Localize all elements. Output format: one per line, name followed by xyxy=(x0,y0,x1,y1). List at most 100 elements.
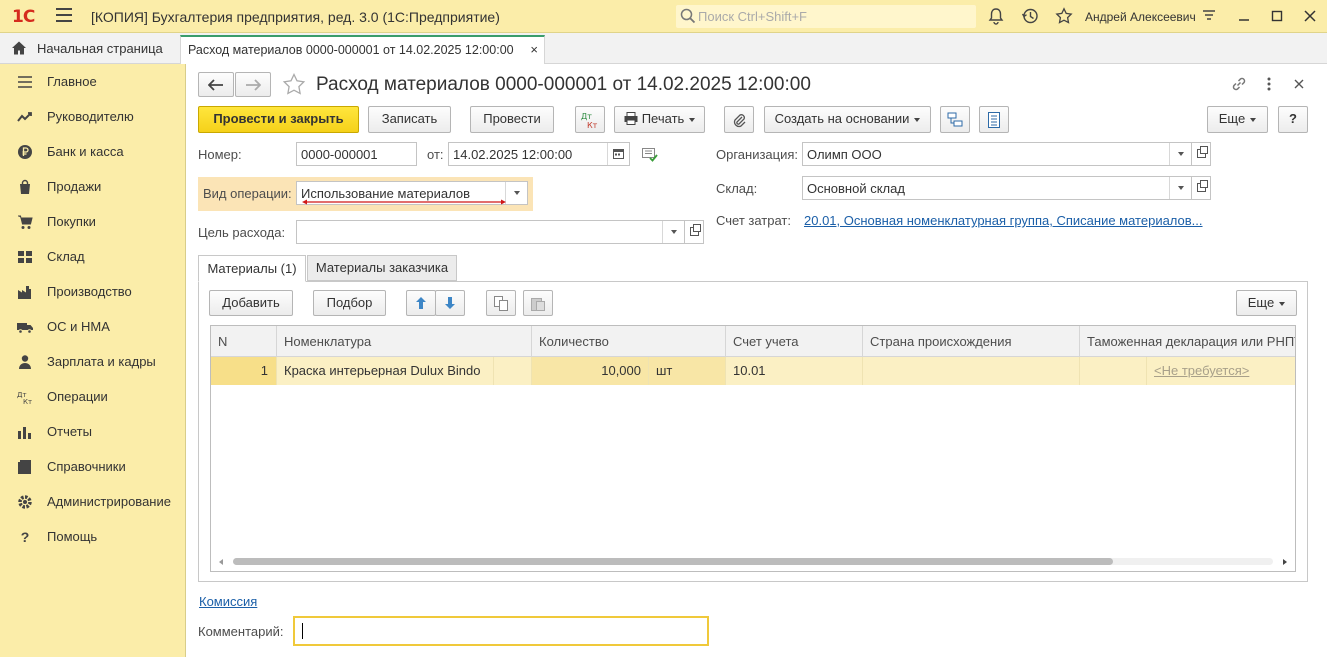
sidebar-item-admin[interactable]: Администрирование xyxy=(0,487,186,517)
table-row[interactable]: 1 Краска интерьерная Dulux Bindo 10,000 … xyxy=(211,357,1295,385)
commission-link[interactable]: Комиссия xyxy=(199,594,257,609)
warehouse-open-button[interactable] xyxy=(1191,176,1211,200)
more-button[interactable]: Еще xyxy=(1207,106,1268,133)
tab-home[interactable]: Начальная страница xyxy=(0,33,176,63)
sidebar-item-catalogs[interactable]: Справочники xyxy=(0,452,186,482)
print-button[interactable]: Печать xyxy=(614,106,705,133)
link-icon[interactable] xyxy=(1230,75,1248,93)
save-button[interactable]: Записать xyxy=(368,106,451,133)
pick-button[interactable]: Подбор xyxy=(313,290,386,316)
scroll-right-icon[interactable] xyxy=(1283,559,1287,565)
comment-input[interactable] xyxy=(293,616,709,646)
post-button[interactable]: Провести xyxy=(470,106,554,133)
tab-document[interactable]: Расход материалов 0000-000001 от 14.02.2… xyxy=(180,35,545,64)
cell-unit[interactable]: шт xyxy=(649,357,726,385)
move-down-button[interactable] xyxy=(435,290,465,316)
favorite-star-icon[interactable] xyxy=(282,73,306,96)
horizontal-scrollbar[interactable] xyxy=(233,558,1273,565)
add-button[interactable]: Добавить xyxy=(209,290,293,316)
tab-home-label: Начальная страница xyxy=(37,41,163,56)
sidebar-item-warehouse[interactable]: Склад xyxy=(0,242,186,272)
move-up-button[interactable] xyxy=(406,290,436,316)
purpose-dropdown[interactable] xyxy=(662,221,684,243)
sidebar-item-production[interactable]: Производство xyxy=(0,277,186,307)
column-item[interactable]: Номенклатура xyxy=(277,326,532,357)
column-n[interactable]: N xyxy=(211,326,277,357)
cell-quantity[interactable]: 10,000 xyxy=(532,357,649,385)
main-menu-icon[interactable] xyxy=(56,8,72,24)
paste-button[interactable] xyxy=(523,290,553,316)
cell-item-extra[interactable] xyxy=(494,357,532,385)
column-quantity[interactable]: Количество xyxy=(532,326,726,357)
sidebar-item-operations[interactable]: Дт Кт Операции xyxy=(0,382,186,412)
organization-open-button[interactable] xyxy=(1191,142,1211,166)
cell-n[interactable]: 1 xyxy=(211,357,277,385)
cost-account-link[interactable]: 20.01, Основная номенклатурная группа, С… xyxy=(804,213,1203,228)
organization-dropdown[interactable] xyxy=(1169,143,1191,165)
organization-field[interactable]: Олимп ООО xyxy=(802,142,1192,166)
sidebar-item-director[interactable]: Руководителю xyxy=(0,102,186,132)
purpose-open-button[interactable] xyxy=(684,220,704,244)
table-more-button[interactable]: Еще xyxy=(1236,290,1297,316)
close-window-icon[interactable] xyxy=(1302,8,1318,24)
purpose-field[interactable] xyxy=(296,220,685,244)
calendar-button[interactable] xyxy=(607,143,629,165)
number-field[interactable]: 0000-000001 xyxy=(296,142,417,166)
tab-customer-materials[interactable]: Материалы заказчика xyxy=(307,255,457,281)
search-icon xyxy=(680,8,696,24)
tab-materials[interactable]: Материалы (1) xyxy=(198,255,306,282)
warehouse-field[interactable]: Основной склад xyxy=(802,176,1192,200)
copy-row-button[interactable] xyxy=(486,290,516,316)
maximize-icon[interactable] xyxy=(1269,8,1285,24)
search-input[interactable]: Поиск Ctrl+Shift+F xyxy=(676,5,976,28)
cell-customs-extra[interactable] xyxy=(1080,357,1147,385)
sidebar-item-main[interactable]: Главное xyxy=(0,67,186,97)
settings-lines-icon[interactable] xyxy=(1201,8,1217,24)
materials-panel: Добавить Подбор Еще N Номенклатура Колич… xyxy=(198,281,1308,582)
underline-annotation-arrow xyxy=(302,199,506,205)
date-field[interactable]: 14.02.2025 12:00:00 xyxy=(448,142,630,166)
cell-country[interactable] xyxy=(863,357,1080,385)
sidebar-item-bank[interactable]: Банк и касса xyxy=(0,137,186,167)
structure-button[interactable] xyxy=(940,106,970,133)
create-based-label: Создать на основании xyxy=(774,111,910,126)
scrollbar-thumb[interactable] xyxy=(233,558,1113,565)
favorites-star-icon[interactable] xyxy=(1055,7,1073,25)
forward-button[interactable] xyxy=(235,72,271,97)
scroll-left-icon[interactable] xyxy=(219,559,223,565)
column-customs[interactable]: Таможенная декларация или РНПТ xyxy=(1080,326,1295,357)
sidebar-item-reports[interactable]: Отчеты xyxy=(0,417,186,447)
warehouse-dropdown[interactable] xyxy=(1169,177,1191,199)
cell-account[interactable]: 10.01 xyxy=(726,357,863,385)
posting-status-icon[interactable] xyxy=(642,148,658,162)
minimize-icon[interactable] xyxy=(1236,8,1252,24)
attach-button[interactable] xyxy=(724,106,754,133)
history-icon[interactable] xyxy=(1021,7,1039,25)
help-button[interactable]: ? xyxy=(1278,106,1308,133)
user-name[interactable]: Андрей Алексеевич xyxy=(1085,10,1196,24)
back-button[interactable] xyxy=(198,72,234,97)
cell-item[interactable]: Краска интерьерная Dulux Bindo xyxy=(277,357,494,385)
sidebar-item-purchases[interactable]: Покупки xyxy=(0,207,186,237)
more-dots-icon[interactable] xyxy=(1262,75,1276,93)
sidebar-item-sales[interactable]: Продажи xyxy=(0,172,186,202)
column-account[interactable]: Счет учета xyxy=(726,326,863,357)
svg-text:Дт: Дт xyxy=(581,112,592,121)
close-form-icon[interactable] xyxy=(1292,77,1306,91)
dt-kt-button[interactable]: Дт Кт xyxy=(575,106,605,133)
sidebar-item-help[interactable]: ? Помощь xyxy=(0,522,186,552)
close-tab-icon[interactable]: × xyxy=(530,42,538,57)
operation-type-select[interactable]: Использование материалов xyxy=(296,181,528,205)
sidebar-item-assets[interactable]: ОС и НМА xyxy=(0,312,186,342)
bell-icon[interactable] xyxy=(987,7,1005,25)
create-based-on-button[interactable]: Создать на основании xyxy=(764,106,931,133)
document-list-icon xyxy=(988,112,1000,128)
column-country[interactable]: Страна происхождения xyxy=(863,326,1080,357)
post-and-close-button[interactable]: Провести и закрыть xyxy=(198,106,359,133)
number-value: 0000-000001 xyxy=(301,147,378,162)
sidebar-item-salary[interactable]: Зарплата и кадры xyxy=(0,347,186,377)
ruble-coin-icon xyxy=(18,145,32,159)
cell-customs[interactable]: <Не требуется> xyxy=(1147,357,1295,385)
operation-type-dropdown[interactable] xyxy=(505,182,527,204)
report-button[interactable] xyxy=(979,106,1009,133)
